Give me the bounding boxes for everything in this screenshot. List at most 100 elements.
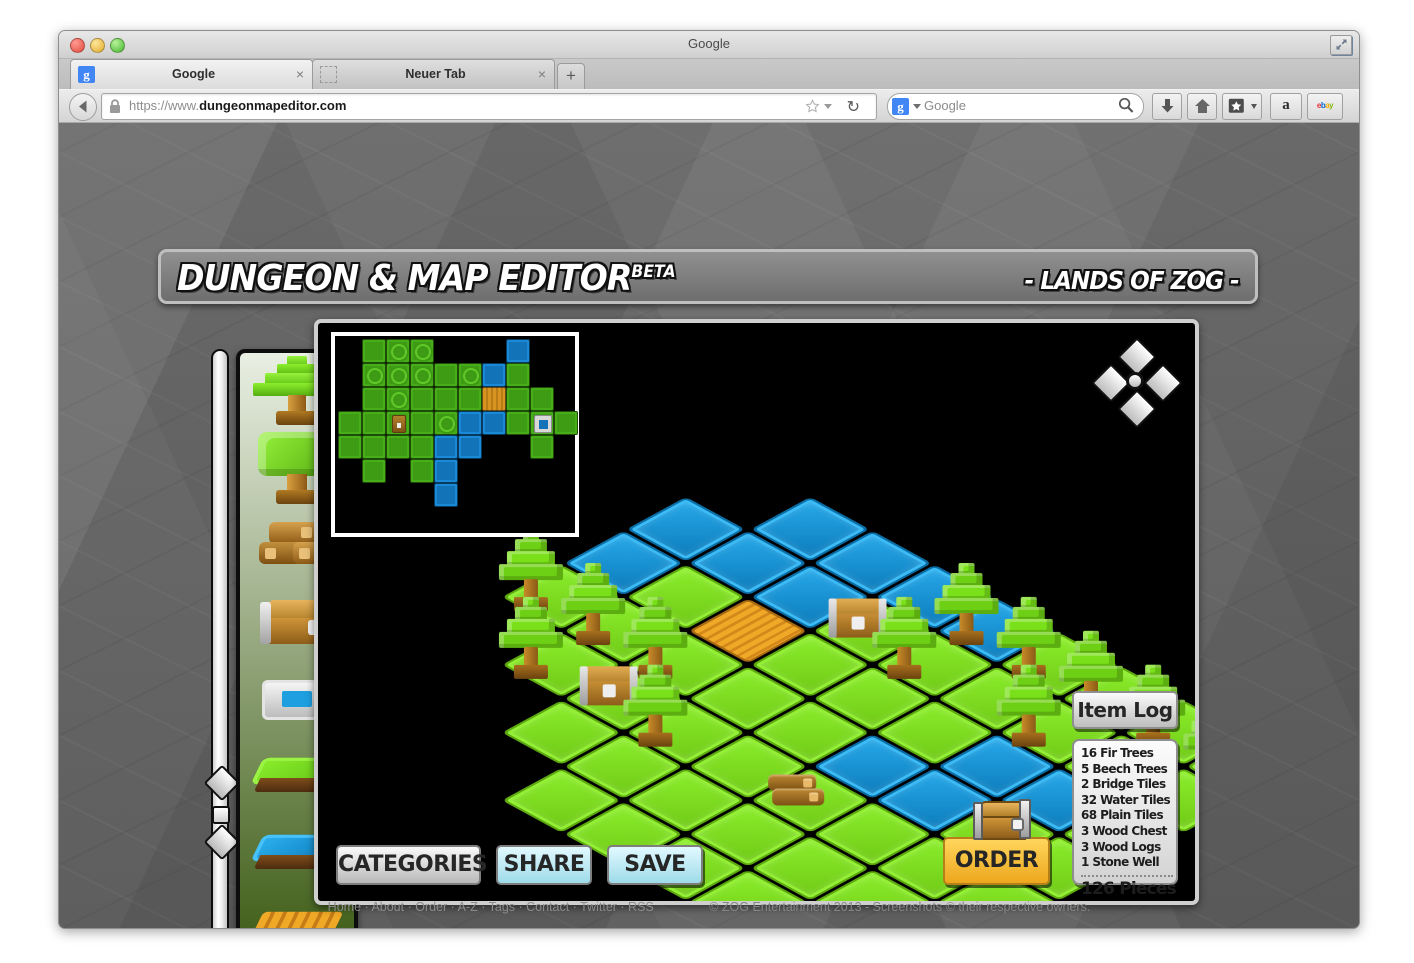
minimap-tile[interactable] — [386, 339, 410, 363]
map-prop[interactable] — [496, 596, 566, 683]
search-icon[interactable] — [1118, 97, 1134, 114]
minimap-tile[interactable] — [506, 363, 530, 387]
minimap-tile[interactable] — [362, 411, 386, 435]
downloads-button[interactable] — [1152, 93, 1182, 120]
amazon-button[interactable]: a — [1270, 93, 1302, 120]
minimap-tile[interactable] — [338, 435, 362, 459]
palette-scrollbar[interactable] — [203, 349, 241, 928]
minimap-tile[interactable] — [410, 339, 434, 363]
ebay-button[interactable]: ebay — [1307, 93, 1343, 120]
tab-neuer-tab[interactable]: Neuer Tab × — [312, 59, 555, 89]
dpad-left-icon[interactable] — [1091, 363, 1131, 403]
wood-logs-prop[interactable] — [768, 774, 828, 808]
minimap-tile[interactable] — [338, 411, 362, 435]
order-button[interactable]: ORDER — [943, 799, 1050, 885]
map-prop[interactable] — [869, 596, 939, 683]
scrollbar-thumb[interactable] — [212, 806, 230, 824]
share-button[interactable]: SHARE — [496, 845, 592, 885]
dpad-center-icon[interactable] — [1126, 372, 1144, 390]
minimap-tile[interactable] — [482, 387, 506, 411]
footer-links[interactable]: Home · About · Order · A-Z · Tags · Cont… — [328, 900, 654, 914]
categories-button[interactable]: CATEGORIES — [336, 845, 488, 885]
footer-link-a-z[interactable]: A-Z — [458, 900, 478, 914]
minimap-tile[interactable] — [506, 411, 530, 435]
fir-tree-prop[interactable] — [869, 596, 939, 683]
minimap-tile[interactable] — [458, 435, 482, 459]
minimap-tile[interactable] — [434, 435, 458, 459]
minimap-tile[interactable] — [386, 435, 410, 459]
bookmarks-button[interactable] — [1222, 93, 1262, 120]
bookmark-star-icon[interactable] — [805, 99, 820, 114]
home-button[interactable] — [1187, 93, 1217, 120]
minimap-tile[interactable] — [530, 411, 554, 435]
footer-link-contact[interactable]: Contact — [526, 900, 569, 914]
minimap-tile[interactable] — [362, 363, 386, 387]
minimap-tile[interactable] — [410, 411, 434, 435]
map-prop[interactable] — [620, 664, 690, 751]
minimap-tile[interactable] — [482, 363, 506, 387]
minimap-tile[interactable] — [506, 339, 530, 363]
tab-close-icon[interactable]: × — [296, 67, 304, 81]
minimap-tile[interactable] — [458, 387, 482, 411]
minimap-tile[interactable] — [482, 411, 506, 435]
fir-tree-prop[interactable] — [558, 563, 628, 649]
back-button[interactable] — [69, 93, 97, 121]
url-bar[interactable]: https://www.dungeonmapeditor.com ↻ — [101, 93, 877, 120]
chevron-down-icon[interactable] — [913, 104, 921, 109]
item-log-button[interactable]: Item Log — [1072, 691, 1178, 729]
google-search-icon[interactable]: g — [892, 98, 909, 115]
footer-link-tags[interactable]: Tags — [489, 900, 515, 914]
minimap-tile[interactable] — [554, 411, 578, 435]
search-input[interactable]: Google — [924, 98, 966, 113]
map-prop[interactable] — [931, 563, 1001, 649]
tab-google[interactable]: g Google × — [70, 59, 313, 89]
minimap-tile[interactable] — [434, 387, 458, 411]
footer-link-twitter[interactable]: Twitter — [580, 900, 617, 914]
fir-tree-prop[interactable] — [1180, 699, 1195, 785]
fir-tree-prop[interactable] — [620, 664, 690, 751]
map-prop[interactable] — [1180, 699, 1195, 785]
footer-link-home[interactable]: Home — [328, 900, 361, 914]
minimap-tile[interactable] — [410, 363, 434, 387]
tab-close-icon[interactable]: × — [538, 67, 546, 81]
minimap-tile[interactable] — [506, 387, 530, 411]
fir-tree-prop[interactable] — [931, 563, 1001, 649]
fir-tree-prop[interactable] — [496, 596, 566, 683]
minimap-tile[interactable] — [458, 363, 482, 387]
fir-tree-prop[interactable] — [994, 664, 1064, 751]
reload-icon[interactable]: ↻ — [847, 97, 860, 116]
minimap-tile[interactable] — [362, 435, 386, 459]
minimap-tile[interactable] — [362, 339, 386, 363]
minimap-tile[interactable] — [434, 363, 458, 387]
minimap-tile[interactable] — [386, 363, 410, 387]
search-bar[interactable]: g Google — [887, 93, 1144, 120]
fullscreen-button[interactable] — [1330, 35, 1352, 55]
minimap-tile[interactable] — [530, 435, 554, 459]
minimap-tile[interactable] — [458, 411, 482, 435]
map-prop[interactable] — [768, 774, 828, 808]
footer-link-rss[interactable]: RSS — [628, 900, 654, 914]
minimap-tile[interactable] — [410, 387, 434, 411]
map-navigation-dpad[interactable] — [1091, 337, 1183, 429]
url-dropdown-icon[interactable] — [824, 104, 832, 109]
minimap-tile[interactable] — [386, 387, 410, 411]
dpad-up-icon[interactable] — [1117, 337, 1157, 377]
new-tab-button[interactable]: + — [557, 63, 585, 90]
footer-link-order[interactable]: Order — [415, 900, 447, 914]
minimap-tile[interactable] — [410, 459, 434, 483]
minimap-tile[interactable] — [386, 411, 410, 435]
minimap[interactable] — [331, 332, 579, 537]
minimap-tile[interactable] — [530, 387, 554, 411]
minimap-tile[interactable] — [362, 459, 386, 483]
map-prop[interactable] — [994, 664, 1064, 751]
save-button[interactable]: SAVE — [607, 845, 703, 885]
minimap-tile[interactable] — [362, 387, 386, 411]
minimap-tile[interactable] — [410, 435, 434, 459]
footer-link-about[interactable]: About — [371, 900, 404, 914]
minimap-tile[interactable] — [434, 483, 458, 507]
map-editor[interactable]: Item Log 16 Fir Trees 5 Beech Trees 2 Brid… — [314, 319, 1199, 905]
map-prop[interactable] — [558, 563, 628, 649]
chevron-down-icon[interactable] — [1251, 104, 1257, 109]
minimap-tile[interactable] — [434, 459, 458, 483]
minimap-tile[interactable] — [434, 411, 458, 435]
